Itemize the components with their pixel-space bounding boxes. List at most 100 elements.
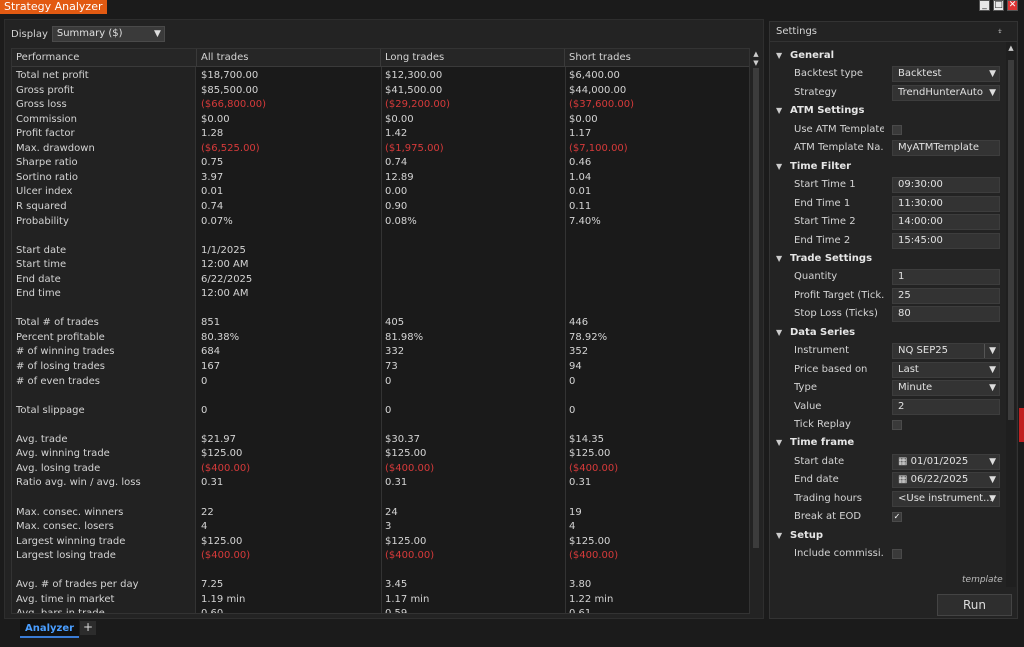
setting-input[interactable]: 15:45:00 [892, 232, 1000, 249]
scroll-thumb[interactable] [753, 68, 759, 548]
table-row[interactable]: Start date 1/1/2025 [12, 244, 749, 259]
category-time-frame[interactable]: ▼ Time frame [770, 434, 1004, 452]
setting-input[interactable]: 14:00:00 [892, 214, 1000, 231]
setting-checkbox[interactable] [892, 420, 902, 430]
table-row[interactable]: Sharpe ratio 0.75 0.74 0.46 [12, 156, 749, 171]
setting-input[interactable]: MyATMTemplate [892, 140, 1000, 157]
cell-long: ($400.00) [385, 550, 435, 562]
date-picker[interactable]: ▦ 06/22/2025 ▼ [892, 472, 1000, 489]
table-row[interactable]: Total net profit $18,700.00 $12,300.00 $6,4… [12, 69, 749, 84]
table-row[interactable]: Max. consec. losers 4 3 4 [12, 520, 749, 535]
category-data-series[interactable]: ▼ Data Series [770, 324, 1004, 342]
setting-input[interactable]: 25 [892, 287, 1000, 304]
table-row[interactable]: Start time 12:00 AM [12, 258, 749, 273]
setting-select[interactable]: <Use instrument... ▼ [892, 490, 1000, 507]
table-row[interactable]: Max. drawdown ($6,525.00) ($1,975.00) ($7,1… [12, 142, 749, 157]
setting-input[interactable]: 11:30:00 [892, 195, 1000, 212]
setting-checkbox[interactable] [892, 549, 902, 560]
category-time-filter[interactable]: ▼ Time Filter [770, 158, 1004, 176]
instrument-select[interactable]: NQ SEP25 ▼ [892, 343, 1000, 360]
table-row[interactable]: Ratio avg. win / avg. loss 0.31 0.31 0.31 [12, 476, 749, 491]
table-row[interactable]: Largest winning trade $125.00 $125.00 $125.… [12, 535, 749, 550]
setting-input[interactable]: 80 [892, 306, 1000, 323]
table-row[interactable] [12, 491, 749, 506]
header-short-trades[interactable]: Short trades [565, 49, 749, 67]
scroll-thumb[interactable] [1008, 60, 1014, 420]
scroll-up-icon[interactable]: ▲ [752, 50, 760, 58]
setting-checkbox[interactable] [892, 124, 902, 135]
setting-checkbox[interactable]: ✓ [892, 512, 902, 523]
header-all-trades[interactable]: All trades [197, 49, 381, 67]
category-setup[interactable]: ▼ Setup [770, 527, 1004, 545]
category-atm-settings[interactable]: ▼ ATM Settings [770, 102, 1004, 120]
setting-input[interactable]: 09:30:00 [892, 177, 1000, 194]
setting-input[interactable]: 1 [892, 269, 1000, 286]
collapse-icon[interactable]: ▼ [776, 324, 782, 342]
table-row[interactable]: Avg. time in market 1.19 min 1.17 min 1.22 … [12, 593, 749, 608]
setting-select[interactable]: Backtest ▼ [892, 66, 1000, 83]
table-row[interactable]: Avg. winning trade $125.00 $125.00 $125.00 [12, 447, 749, 462]
minimize-button[interactable]: _ [979, 0, 990, 11]
collapse-icon[interactable]: ▼ [776, 47, 782, 65]
table-row[interactable]: Avg. trade $21.97 $30.37 $14.35 [12, 433, 749, 448]
collapse-icon[interactable]: ▼ [776, 158, 782, 176]
table-row[interactable]: R squared 0.74 0.90 0.11 [12, 200, 749, 215]
collapse-icon[interactable]: ▼ [776, 102, 782, 120]
tab-analyzer[interactable]: Analyzer [20, 619, 80, 638]
table-row[interactable]: End time 12:00 AM [12, 287, 749, 302]
table-row[interactable]: Gross loss ($66,800.00) ($29,200.00) ($37,6… [12, 98, 749, 113]
scroll-up-icon[interactable]: ▲ [1007, 44, 1015, 52]
table-row[interactable] [12, 302, 749, 317]
table-row[interactable]: End date 6/22/2025 [12, 273, 749, 288]
close-button[interactable]: ✕ [1007, 0, 1018, 11]
table-row[interactable]: Percent profitable 80.38% 81.98% 78.92% [12, 331, 749, 346]
table-row[interactable] [12, 229, 749, 244]
category-general[interactable]: ▼ General [770, 47, 1004, 65]
table-row[interactable]: # of winning trades 684 332 352 [12, 345, 749, 360]
date-picker[interactable]: ▦ 01/01/2025 ▼ [892, 453, 1000, 470]
grid-scrollbar[interactable]: ▲ ▼ [751, 48, 761, 614]
template-label[interactable]: template [962, 575, 1003, 585]
setting-row: Include commissi... [770, 545, 1004, 563]
table-row[interactable]: Avg. # of trades per day 7.25 3.45 3.80 [12, 578, 749, 593]
setting-input[interactable]: 2 [892, 398, 1000, 415]
run-button[interactable]: Run [937, 594, 1012, 616]
maximize-button[interactable]: □ [993, 0, 1004, 11]
cell-short: $6,400.00 [569, 70, 620, 81]
setting-select[interactable]: Minute ▼ [892, 380, 1000, 397]
table-row[interactable]: # of even trades 0 0 0 [12, 375, 749, 390]
table-row[interactable]: Total slippage 0 0 0 [12, 404, 749, 419]
table-row[interactable] [12, 389, 749, 404]
header-long-trades[interactable]: Long trades [381, 49, 565, 67]
table-row[interactable]: Avg. bars in trade 0.60 0.59 0.61 [12, 607, 749, 613]
display-select[interactable]: Summary ($) ▼ [51, 26, 165, 42]
add-tab-button[interactable]: + [80, 621, 96, 635]
table-row[interactable]: Largest losing trade ($400.00) ($400.00) ($… [12, 549, 749, 564]
collapse-icon[interactable]: ▼ [776, 250, 782, 268]
table-row[interactable]: Avg. losing trade ($400.00) ($400.00) ($400… [12, 462, 749, 477]
table-row[interactable] [12, 418, 749, 433]
row-label: Sortino ratio [16, 171, 78, 183]
collapse-icon[interactable]: ▼ [776, 434, 782, 452]
table-row[interactable]: Sortino ratio 3.97 12.89 1.04 [12, 171, 749, 186]
setting-select[interactable]: Last ▼ [892, 361, 1000, 378]
setting-select[interactable]: TrendHunterAuto ▼ [892, 84, 1000, 101]
cell-short: 7.40% [569, 215, 601, 227]
header-performance[interactable]: Performance [12, 49, 197, 67]
table-row[interactable]: Ulcer index 0.01 0.00 0.01 [12, 185, 749, 200]
table-row[interactable]: Probability 0.07% 0.08% 7.40% [12, 215, 749, 230]
settings-scrollbar[interactable]: ▲ [1006, 42, 1016, 587]
table-row[interactable]: Total # of trades 851 405 446 [12, 316, 749, 331]
settings-title: Settings [776, 26, 818, 37]
table-row[interactable] [12, 564, 749, 579]
table-row[interactable]: Profit factor 1.28 1.42 1.17 [12, 127, 749, 142]
collapse-icon[interactable]: ▼ [776, 527, 782, 545]
pin-icon[interactable]: ⍖ [997, 22, 1003, 42]
calendar-icon: ▦ [898, 474, 911, 486]
table-row[interactable]: Commission $0.00 $0.00 $0.00 [12, 113, 749, 128]
table-row[interactable]: Max. consec. winners 22 24 19 [12, 506, 749, 521]
table-row[interactable]: Gross profit $85,500.00 $41,500.00 $44,000.… [12, 84, 749, 99]
table-row[interactable]: # of losing trades 167 73 94 [12, 360, 749, 375]
scroll-down-icon[interactable]: ▼ [752, 59, 760, 67]
category-trade-settings[interactable]: ▼ Trade Settings [770, 250, 1004, 268]
